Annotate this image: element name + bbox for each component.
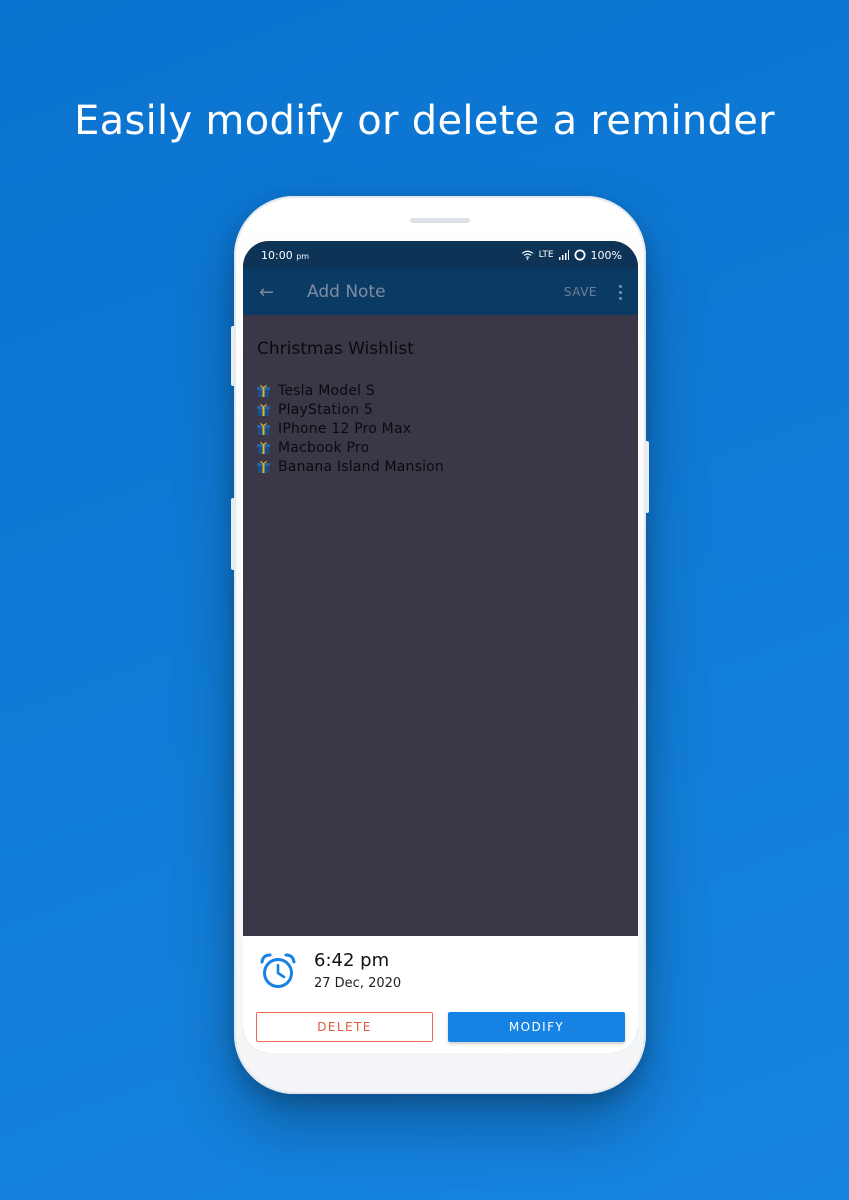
phone-power-button [645, 441, 649, 513]
battery-percent: 100% [590, 248, 622, 262]
status-time-suffix: pm [296, 251, 310, 261]
signal-icon [558, 250, 569, 260]
status-bar: 10:00 pm LTE 100% [243, 241, 638, 269]
headline: Easily modify or delete a reminder [74, 98, 775, 144]
status-time-value: 10:00 [261, 248, 293, 262]
modify-button[interactable]: MODIFY [448, 1012, 625, 1042]
gift-icon [257, 460, 270, 473]
list-item: Tesla Model S [257, 381, 638, 400]
list-item: Macbook Pro [257, 438, 638, 457]
status-icons: LTE 100% [521, 249, 622, 262]
battery-icon [574, 249, 586, 261]
reminder-date: 27 Dec, 2020 [314, 976, 402, 991]
phone-volume-button [231, 326, 235, 386]
reminder-sheet: 6:42 pm 27 Dec, 2020 DELETE MODIFY [243, 936, 638, 1053]
gift-icon [257, 403, 270, 416]
app-bar-title: Add Note [307, 282, 386, 302]
list-item-text: Tesla Model S [278, 382, 375, 399]
delete-button[interactable]: DELETE [256, 1012, 433, 1042]
alarm-clock-icon [260, 953, 296, 988]
list-item-text: Macbook Pro [278, 439, 370, 456]
list-item-text: IPhone 12 Pro Max [278, 420, 412, 437]
gift-icon [257, 441, 270, 454]
wifi-icon [521, 250, 533, 260]
list-item: Banana Island Mansion [257, 457, 638, 476]
list-item: PlayStation 5 [257, 400, 638, 419]
phone-speaker [410, 218, 470, 223]
list-item: IPhone 12 Pro Max [257, 419, 638, 438]
network-label: LTE [538, 250, 554, 260]
save-button[interactable]: SAVE [564, 285, 597, 299]
app-bar: ← Add Note SAVE [243, 269, 638, 315]
phone-bixby-button [231, 498, 235, 570]
phone-frame: 10:00 pm LTE 100% ← Add Note SAVE Christ… [231, 196, 649, 1094]
more-vert-icon[interactable] [619, 284, 622, 300]
gift-icon [257, 384, 270, 397]
list-item-text: Banana Island Mansion [278, 458, 444, 475]
list-item-text: PlayStation 5 [278, 401, 373, 418]
phone-screen: 10:00 pm LTE 100% ← Add Note SAVE Christ… [243, 241, 638, 1053]
back-arrow-icon[interactable]: ← [259, 282, 289, 303]
status-time: 10:00 pm [261, 249, 309, 262]
gift-icon [257, 422, 270, 435]
note-title[interactable]: Christmas Wishlist [257, 339, 638, 359]
note-body[interactable]: Tesla Model S PlayStation 5 IPhone 12 Pr… [257, 381, 638, 476]
reminder-time: 6:42 pm [314, 950, 390, 971]
